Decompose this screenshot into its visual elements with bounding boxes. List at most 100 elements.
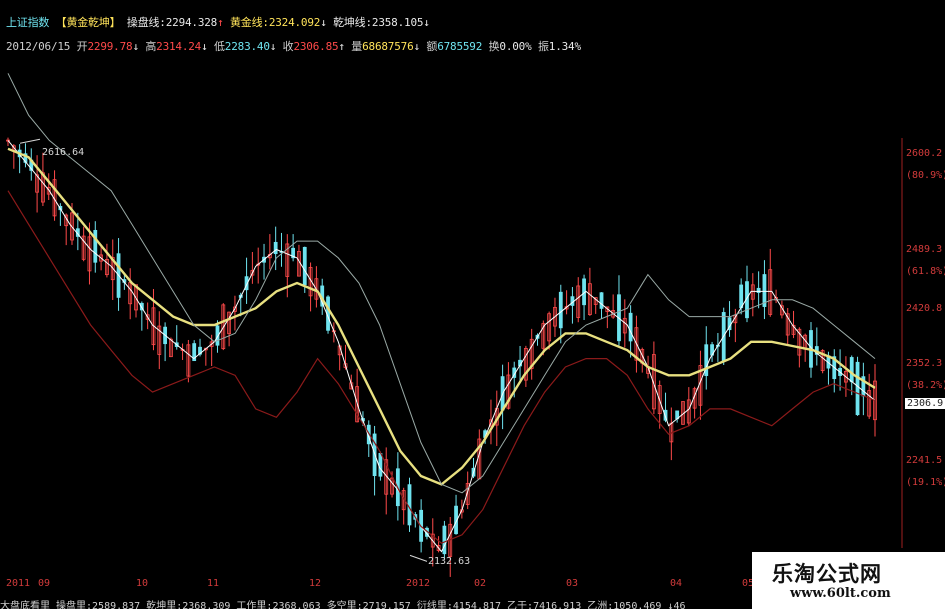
- indicator-name[interactable]: 【黄金乾坤】: [56, 16, 121, 29]
- candlestick: [692, 386, 697, 419]
- candlestick: [710, 341, 714, 362]
- x-tick-label: 03: [566, 578, 579, 589]
- candlestick: [93, 221, 98, 273]
- amplitude-value: 1.34%: [548, 40, 581, 53]
- candlestick: [401, 487, 406, 525]
- candlestick: [570, 287, 575, 324]
- caopan-label: 操盘线:: [126, 16, 166, 29]
- candlestick: [814, 327, 819, 366]
- open-arrow-icon: ↓: [132, 40, 139, 53]
- amplitude-label: 振: [537, 40, 549, 53]
- candlestick: [651, 341, 656, 415]
- high-arrow-icon: ↓: [201, 40, 208, 53]
- y-tick-price: 2489.3: [906, 244, 943, 255]
- close-label: 收: [282, 40, 294, 53]
- close-arrow-icon: ↑: [338, 40, 345, 53]
- candlestick: [105, 243, 109, 278]
- caopan-arrow-icon: ↑: [217, 16, 224, 29]
- close-value: 2306.85: [293, 40, 339, 53]
- y-tick-price: 2241.5: [906, 455, 943, 466]
- candlestick: [611, 294, 616, 319]
- candlestick: [372, 425, 377, 496]
- candlestick: [29, 148, 34, 181]
- quote-values-line: 2012/06/15 开2299.78↓ 高2314.24↓ 低2283.40↓…: [6, 38, 581, 54]
- huangjin-arrow-icon: ↓: [320, 16, 327, 29]
- y-tick-price: 2352.3: [906, 358, 943, 369]
- candlestick: [267, 234, 272, 270]
- quote-date: 2012/06/15: [6, 40, 71, 53]
- candlestick: [186, 339, 191, 383]
- x-tick-label: 09: [38, 578, 51, 589]
- candlestick: [762, 260, 767, 320]
- candlestick: [785, 307, 790, 346]
- candlestick: [273, 226, 278, 271]
- candlestick: [564, 290, 569, 315]
- turnover-label: 换: [488, 40, 500, 53]
- x-tick-label: 11: [207, 578, 220, 589]
- watermark: 乐淘公式网 www.60lt.com: [752, 552, 945, 609]
- low-annotation: 2132.63: [428, 556, 471, 567]
- indicator-status-bar: 大盘底看里 操盘里:2589.837 乾坤里:2368.309 工作里:2368…: [0, 601, 686, 609]
- x-tick-label: 2012: [406, 578, 431, 589]
- candlestick: [17, 144, 22, 174]
- candlestick: [745, 265, 749, 323]
- volume-label: 量: [351, 40, 363, 53]
- candlestick: [180, 343, 185, 360]
- candlestick: [35, 155, 39, 213]
- y-tick-pct: (80.9%): [906, 170, 945, 181]
- candlestick: [861, 362, 866, 416]
- candlestick: [768, 248, 773, 317]
- candlestick: [384, 447, 389, 515]
- index-name[interactable]: 上证指数: [6, 16, 49, 29]
- watermark-title: 乐淘公式网: [772, 562, 882, 586]
- turnover-value: 0.00%: [499, 40, 532, 53]
- candlestick: [244, 257, 249, 304]
- candlestick: [832, 349, 837, 393]
- watermark-url: www.60lt.com: [790, 586, 891, 601]
- qiankun-line: [7, 73, 876, 494]
- candlestick: [617, 275, 621, 346]
- candlestick: [750, 273, 755, 317]
- y-tick-price: 2600.2: [906, 148, 943, 159]
- huangjin-line: [7, 147, 876, 486]
- candlestick: [128, 268, 133, 320]
- candlestick: [727, 301, 732, 337]
- qiankun-value: 2358.105: [371, 16, 424, 29]
- low-arrow-icon: ↓: [269, 40, 277, 53]
- high-value: 2314.24: [156, 40, 202, 53]
- y-tick-pct: (38.2%): [906, 380, 945, 391]
- candlestick: [576, 277, 581, 323]
- candlestick: [262, 243, 266, 280]
- x-tick-label: 04: [670, 578, 683, 589]
- low-leader-line: [409, 554, 428, 562]
- candlestick: [407, 477, 412, 532]
- caopan-value: 2294.328: [165, 16, 218, 29]
- huangjin-label: 黄金线:: [229, 16, 269, 29]
- y-tick-pct: (19.1%): [906, 477, 945, 488]
- low-label: 低: [213, 40, 225, 53]
- volume-arrow-icon: ↓: [413, 40, 421, 53]
- candlestick: [46, 173, 51, 201]
- low-value: 2283.40: [224, 40, 270, 53]
- volume-value: 68687576: [362, 40, 414, 53]
- high-annotation: 2616.64: [42, 147, 85, 158]
- open-value: 2299.78: [87, 40, 133, 53]
- candlestick: [442, 520, 447, 559]
- candlestick: [582, 274, 586, 321]
- amount-value: 6785592: [437, 40, 483, 53]
- candlestick: [52, 170, 57, 221]
- x-tick-label: 12: [309, 578, 322, 589]
- high-leader-line: [19, 138, 41, 144]
- kline-chart[interactable]: [0, 60, 905, 580]
- candlestick: [448, 517, 453, 577]
- x-tick-label: 2011: [6, 578, 31, 589]
- x-tick-label: 02: [474, 578, 487, 589]
- candlestick: [454, 494, 458, 535]
- candlestick: [203, 347, 208, 366]
- candlestick: [587, 267, 592, 316]
- candlestick: [163, 322, 168, 362]
- candlestick: [529, 328, 534, 380]
- amount-label: 额: [426, 40, 438, 53]
- open-label: 开: [76, 40, 88, 53]
- candlestick: [558, 284, 563, 344]
